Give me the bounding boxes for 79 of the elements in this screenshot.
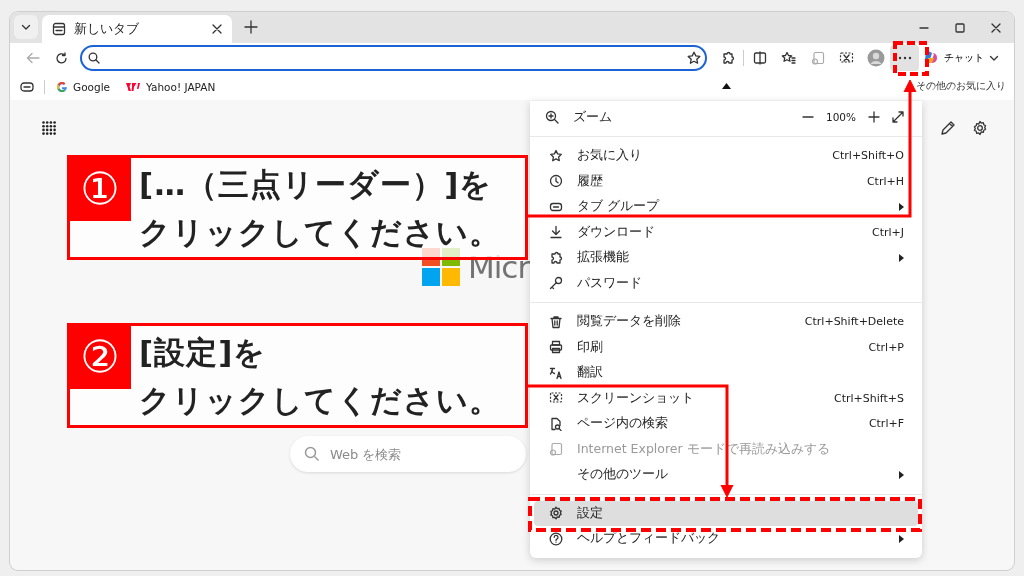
find-page-icon (548, 416, 563, 431)
zoom-level: 100% (825, 111, 856, 123)
search-icon (304, 446, 320, 462)
apps-grid-icon[interactable] (42, 121, 56, 135)
google-icon (56, 80, 68, 93)
instruction-text: […（三点リーダー）]を (139, 165, 493, 204)
submenu-arrow-icon (898, 534, 904, 543)
printer-icon (548, 340, 563, 355)
menu-item[interactable]: 印刷 Ctrl+P (534, 334, 918, 360)
close-icon (991, 22, 1001, 33)
copilot-icon (923, 50, 939, 66)
menu-item[interactable]: 閲覧データを削除 Ctrl+Shift+Delete (534, 309, 918, 335)
submenu-arrow-icon (898, 202, 904, 211)
collections-icon[interactable] (20, 80, 34, 93)
search-icon (88, 52, 100, 64)
bookmark[interactable]: Google (56, 80, 111, 93)
refresh-icon (55, 51, 68, 65)
triangle-icon (722, 83, 731, 89)
download-icon (548, 225, 563, 240)
bookmark[interactable]: Yahoo! JAPAN (125, 80, 216, 93)
screenshot-icon (839, 51, 854, 65)
translate-icon (548, 365, 563, 380)
address-bar[interactable] (80, 45, 707, 71)
web-search-field[interactable]: Web を検索 (290, 436, 526, 472)
zoom-in-icon (544, 110, 559, 124)
more-options-button[interactable] (890, 45, 919, 71)
menu-item[interactable]: タブ グループ (534, 194, 918, 220)
menu-item[interactable]: お気に入り Ctrl+Shift+O (534, 143, 918, 169)
menu-item[interactable]: その他のツール (534, 462, 918, 488)
more-icon (897, 56, 912, 60)
instruction-text: クリックしてください。 (139, 213, 501, 252)
submenu-arrow-icon (898, 253, 904, 262)
menu-item[interactable]: ヘルプとフィードバック (534, 526, 918, 552)
browser-tab[interactable]: 新しいタブ (42, 15, 232, 43)
step-number: ② (69, 325, 131, 389)
browser-page-icon (810, 51, 825, 65)
settings-icon[interactable] (972, 120, 988, 136)
menu-item[interactable]: スクリーンショット Ctrl+Shift+S (534, 385, 918, 411)
plus-icon (244, 20, 258, 34)
menu-item[interactable]: 拡張機能 (534, 245, 918, 271)
submenu-arrow-icon (898, 470, 904, 479)
close-icon[interactable] (212, 24, 222, 34)
pencil-icon[interactable] (940, 120, 956, 136)
trash-icon (548, 314, 563, 329)
highlight-frame (893, 41, 929, 76)
instruction-text: [設定]を (139, 333, 267, 372)
instruction-text: クリックしてください。 (139, 381, 501, 420)
maximize-icon (955, 22, 965, 33)
tab-page-icon (52, 22, 66, 36)
key-icon (548, 276, 563, 291)
expand-icon (892, 111, 904, 123)
star-list-icon (781, 51, 796, 65)
chat-button[interactable]: チャット (923, 45, 999, 71)
history-icon (548, 174, 563, 189)
chevron-down-icon (989, 53, 999, 63)
favorite-star-icon[interactable] (687, 51, 701, 65)
yahoo-icon (125, 80, 142, 93)
split-screen-icon (752, 51, 767, 65)
menu-item[interactable]: ダウンロード Ctrl+J (534, 219, 918, 245)
menu-item[interactable]: 翻訳 (534, 360, 918, 386)
menu-label: ズーム (573, 108, 613, 126)
settings-icon (548, 506, 563, 521)
star-icon (548, 148, 563, 163)
menu-item[interactable]: 設定 (534, 500, 918, 526)
puzzle-icon (720, 51, 735, 65)
menu-item[interactable]: ページ内の検索 Ctrl+F (534, 411, 918, 437)
browser-page-icon (548, 442, 563, 457)
help-icon (548, 531, 563, 546)
chevron-down-icon (21, 22, 31, 32)
menu-item[interactable]: 履歴 Ctrl+H (534, 168, 918, 194)
other-favorites-link[interactable]: その他のお気に入り (916, 80, 1006, 93)
screenshot-icon (548, 391, 563, 406)
step-number: ① (69, 157, 131, 221)
tab-title: 新しいタブ (74, 20, 140, 38)
avatar-icon (866, 49, 885, 67)
menu-item[interactable]: パスワード (534, 270, 918, 296)
back-arrow-icon (25, 52, 40, 64)
puzzle-icon (548, 250, 563, 265)
plus-icon (868, 111, 880, 123)
